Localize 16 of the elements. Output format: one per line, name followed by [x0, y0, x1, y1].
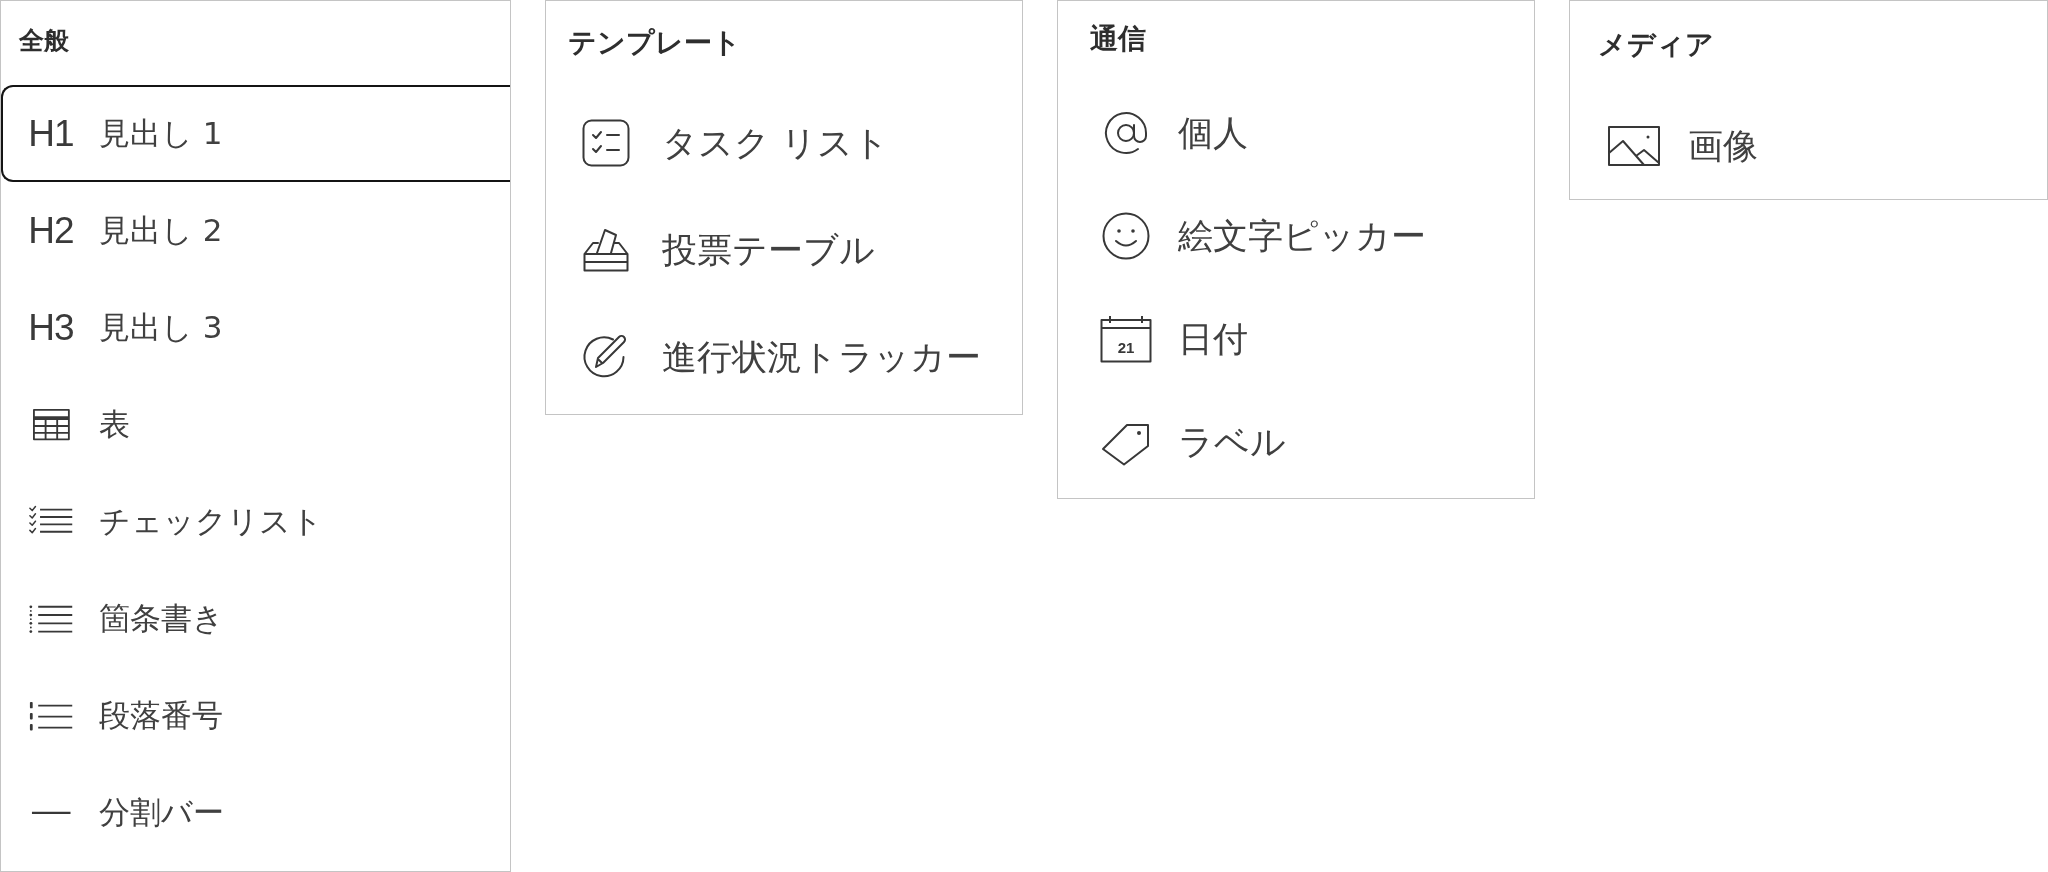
panel-heading: 全般	[19, 26, 69, 56]
numbered-list-icon	[28, 700, 74, 731]
panel-heading: 通信	[1090, 22, 1146, 56]
heading-level-label: H2	[28, 212, 74, 249]
insert-menu-item[interactable]: H1 見出し 1	[1, 85, 510, 182]
ballot-box-icon	[583, 227, 629, 272]
task-list-icon	[582, 118, 630, 167]
image-icon	[1608, 126, 1660, 166]
panel-heading: メディア	[1598, 28, 1714, 62]
heading-level-label: H1	[28, 115, 74, 152]
smiley-icon	[1102, 211, 1150, 260]
horizontal-line-icon	[30, 810, 72, 815]
bulleted-list-icon	[28, 603, 74, 634]
heading-level-label: H3	[28, 309, 74, 346]
panel-heading: テンプレート	[568, 26, 741, 60]
table-icon	[32, 408, 70, 441]
